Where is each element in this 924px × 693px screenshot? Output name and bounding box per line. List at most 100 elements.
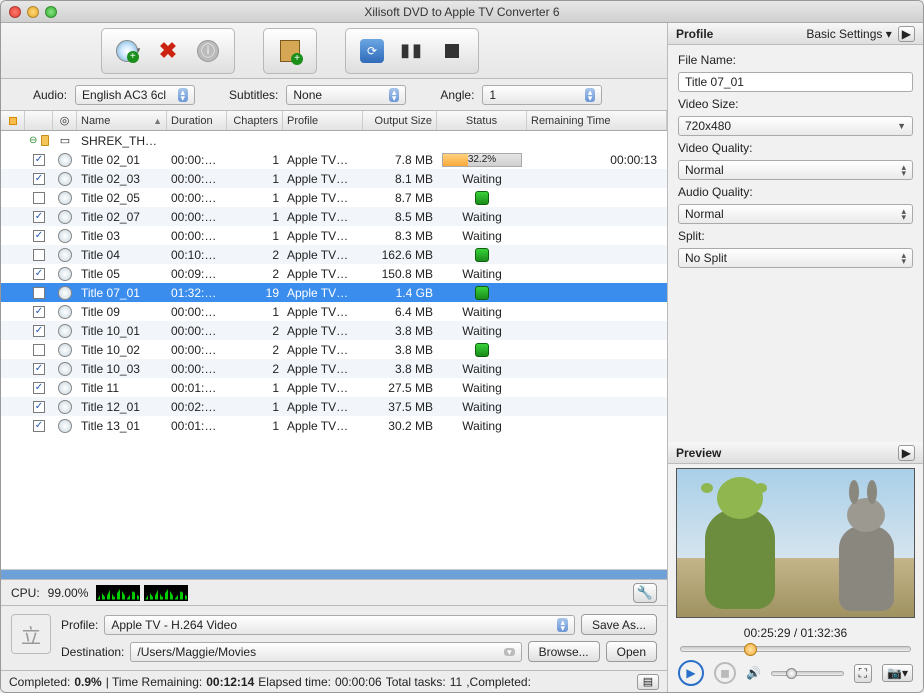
audio-select[interactable]: English AC3 6cl▴▾ <box>75 85 195 105</box>
zoom-window-button[interactable] <box>45 6 57 18</box>
pause-icon: ▮▮ <box>400 40 424 61</box>
table-row[interactable]: Title 0400:10:…2Apple TV…162.6 MB <box>1 245 667 264</box>
table-root-row[interactable]: ⊖ ▭ SHREK_TH… <box>1 131 667 150</box>
row-checkbox[interactable] <box>33 287 45 299</box>
wrench-icon: 🔧 <box>637 585 653 601</box>
disc-icon <box>58 400 72 414</box>
table-row[interactable]: ✓Title 0500:09:…2Apple TV…150.8 MBWaitin… <box>1 264 667 283</box>
preview-seek-slider[interactable] <box>680 646 911 652</box>
row-duration: 00:00:… <box>167 362 227 376</box>
table-row[interactable]: ✓Title 10_0100:00:…2Apple TV…3.8 MBWaiti… <box>1 321 667 340</box>
col-name[interactable]: Name▲ <box>77 111 167 130</box>
table-row[interactable]: Title 02_0500:00:…1Apple TV…8.7 MB <box>1 188 667 207</box>
row-checkbox[interactable]: ✓ <box>33 325 45 337</box>
audioquality-select[interactable]: Normal▴▾ <box>678 204 913 224</box>
col-duration[interactable]: Duration <box>167 111 227 130</box>
collapse-icon[interactable]: ⊖ <box>29 135 37 146</box>
settings-button[interactable]: 🔧 <box>633 583 657 603</box>
filename-label: File Name: <box>678 53 913 67</box>
info-button[interactable]: ⓘ <box>190 33 226 69</box>
col-output[interactable]: Output Size <box>363 111 437 130</box>
close-window-button[interactable] <box>9 6 21 18</box>
row-checkbox[interactable]: ✓ <box>33 154 45 166</box>
convert-button[interactable]: ⟳ <box>354 33 390 69</box>
row-checkbox[interactable]: ✓ <box>33 306 45 318</box>
play-button[interactable]: ▶ <box>678 660 704 686</box>
col-remaining[interactable]: Remaining Time <box>527 111 667 130</box>
profile-select[interactable]: Apple TV - H.264 Video▴▾ <box>104 615 575 635</box>
row-checkbox[interactable] <box>33 192 45 204</box>
row-output: 3.8 MB <box>363 324 437 338</box>
subtitles-select[interactable]: None▴▾ <box>286 85 406 105</box>
col-expand[interactable] <box>25 111 53 130</box>
row-checkbox[interactable] <box>33 344 45 356</box>
col-profile[interactable]: Profile <box>283 111 363 130</box>
table-row[interactable]: ✓Title 1100:01:…1Apple TV…27.5 MBWaiting <box>1 378 667 397</box>
volume-thumb[interactable] <box>786 668 797 679</box>
basic-settings-toggle[interactable]: Basic Settings ▾ <box>806 27 891 41</box>
videoquality-select[interactable]: Normal▴▾ <box>678 160 913 180</box>
row-output: 30.2 MB <box>363 419 437 433</box>
stop-button[interactable] <box>434 33 470 69</box>
preview-image[interactable] <box>676 468 915 618</box>
row-output: 8.7 MB <box>363 191 437 205</box>
videosize-select[interactable]: 720x480▼ <box>678 116 913 136</box>
table-row[interactable]: ✓Title 13_0100:01:…1Apple TV…30.2 MBWait… <box>1 416 667 435</box>
disc-icon <box>58 362 72 376</box>
snapshot-button[interactable]: 📷▾ <box>882 664 913 682</box>
table-row[interactable]: ✓Title 12_0100:02:…1Apple TV…37.5 MBWait… <box>1 397 667 416</box>
log-button[interactable]: ▤ <box>637 674 659 690</box>
table-row[interactable]: ✓Title 02_0100:00:…1Apple TV…7.8 MB32.2%… <box>1 150 667 169</box>
table-row[interactable]: ✓Title 10_0300:00:…2Apple TV…3.8 MBWaiti… <box>1 359 667 378</box>
red-x-icon: ✖ <box>159 38 177 64</box>
remove-button[interactable]: ✖ <box>150 33 186 69</box>
col-status[interactable]: Status <box>437 111 527 130</box>
col-checkbox[interactable] <box>1 111 25 130</box>
filename-input[interactable]: Title 07_01 <box>678 72 913 92</box>
add-disc-button[interactable]: ▾ <box>110 33 146 69</box>
expand-panel-button[interactable]: ▶ <box>898 26 915 42</box>
open-button[interactable]: Open <box>606 641 657 662</box>
table-body[interactable]: ⊖ ▭ SHREK_TH… ✓Title 02_0100:00:…1Apple … <box>1 131 667 569</box>
table-row[interactable]: ✓Title 0300:00:…1Apple TV…8.3 MBWaiting <box>1 226 667 245</box>
add-clip-button[interactable] <box>272 33 308 69</box>
row-profile: Apple TV… <box>283 305 363 319</box>
volume-slider[interactable] <box>771 671 844 676</box>
angle-select[interactable]: 1▴▾ <box>482 85 602 105</box>
row-checkbox[interactable]: ✓ <box>33 173 45 185</box>
volume-icon[interactable]: 🔊 <box>746 666 761 680</box>
col-chapters[interactable]: Chapters <box>227 111 283 130</box>
expand-preview-button[interactable]: ▶ <box>898 445 915 461</box>
row-checkbox[interactable] <box>33 249 45 261</box>
table-row[interactable]: ✓Title 02_0300:00:…1Apple TV…8.1 MBWaiti… <box>1 169 667 188</box>
browse-button[interactable]: Browse... <box>528 641 600 662</box>
split-select[interactable]: No Split▴▾ <box>678 248 913 268</box>
col-disc[interactable]: ◎ <box>53 111 77 130</box>
titlebar[interactable]: Xilisoft DVD to Apple TV Converter 6 <box>1 1 923 23</box>
table-row[interactable]: ✓Title 0900:00:…1Apple TV…6.4 MBWaiting <box>1 302 667 321</box>
row-checkbox[interactable]: ✓ <box>33 401 45 413</box>
window-controls <box>9 6 57 18</box>
row-status: 32.2% <box>437 153 527 167</box>
disc-icon <box>58 305 72 319</box>
pause-button[interactable]: ▮▮ <box>394 33 430 69</box>
status-green-icon <box>475 191 489 205</box>
preview-stop-button[interactable]: ◼ <box>714 662 736 684</box>
destination-select[interactable]: /Users/Maggie/Movies▾ <box>130 642 521 662</box>
table-row[interactable]: Title 07_0101:32:…19Apple TV…1.4 GB <box>1 283 667 302</box>
row-checkbox[interactable]: ✓ <box>33 382 45 394</box>
table-row[interactable]: Title 10_0200:00:…2Apple TV…3.8 MB <box>1 340 667 359</box>
save-as-button[interactable]: Save As... <box>581 614 657 635</box>
row-checkbox[interactable]: ✓ <box>33 363 45 375</box>
fullscreen-button[interactable]: ⛶ <box>854 664 872 683</box>
row-status: Waiting <box>437 210 527 224</box>
row-profile: Apple TV… <box>283 286 363 300</box>
row-chapters: 2 <box>227 248 283 262</box>
row-checkbox[interactable]: ✓ <box>33 211 45 223</box>
table-row[interactable]: ✓Title 02_0700:00:…1Apple TV…8.5 MBWaiti… <box>1 207 667 226</box>
minimize-window-button[interactable] <box>27 6 39 18</box>
disc-plus-icon <box>116 40 138 62</box>
row-checkbox[interactable]: ✓ <box>33 230 45 242</box>
row-checkbox[interactable]: ✓ <box>33 420 45 432</box>
row-checkbox[interactable]: ✓ <box>33 268 45 280</box>
